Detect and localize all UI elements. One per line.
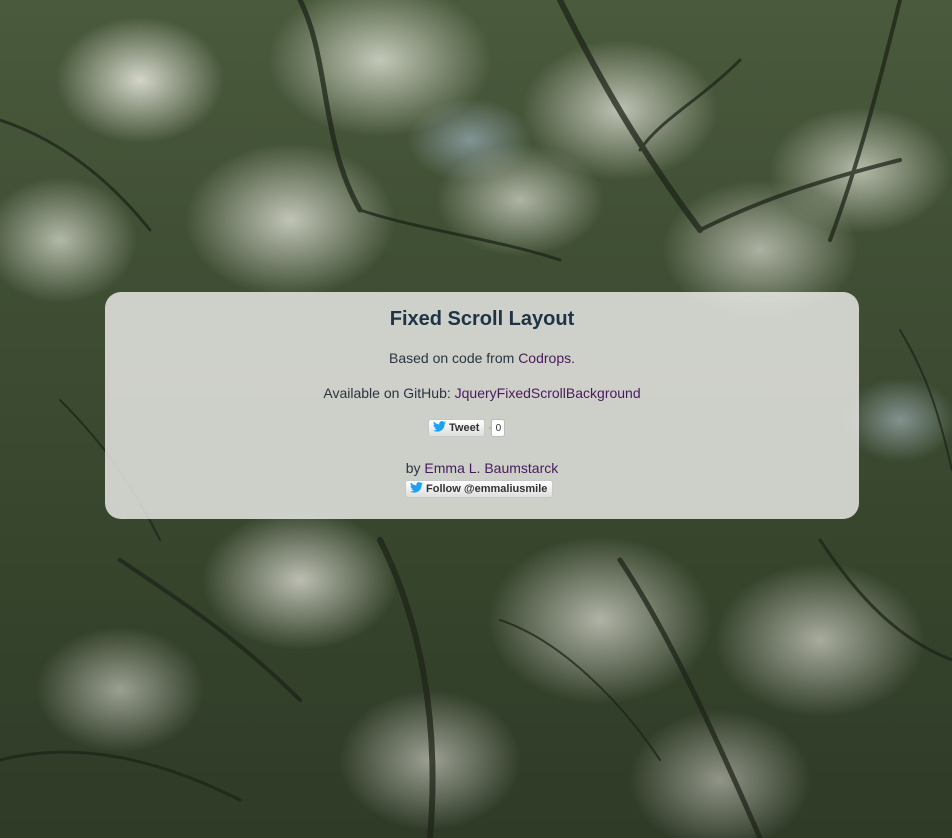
page-title: Fixed Scroll Layout [389, 308, 575, 330]
tweet-count[interactable]: 0 [488, 419, 506, 437]
codrops-prefix: Based on code from [389, 350, 519, 366]
intro-panel: Fixed Scroll Layout Based on code from C… [105, 292, 859, 519]
twitter-bird-icon [433, 421, 446, 435]
twitter-bird-icon [410, 482, 423, 496]
author-credit: by Emma L. Baumstarck [105, 460, 859, 476]
author-prefix: by [405, 460, 425, 476]
codrops-link[interactable]: Codrops [518, 350, 571, 366]
github-credit: Available on GitHub: JqueryFixedScrollBa… [105, 385, 859, 401]
tweet-label: Tweet [449, 422, 480, 434]
tweet-button[interactable]: Tweet [428, 419, 486, 437]
follow-button[interactable]: Follow @emmaliusmile [405, 480, 554, 498]
tweet-widget: Tweet 0 [428, 418, 506, 438]
author-link[interactable]: Emma L. Baumstarck [424, 460, 558, 476]
follow-widget: Follow @emmaliusmile [405, 480, 554, 498]
github-link[interactable]: JqueryFixedScrollBackground [455, 385, 641, 401]
follow-label: Follow @emmaliusmile [426, 483, 548, 495]
codrops-suffix: . [571, 350, 575, 366]
github-prefix: Available on GitHub: [323, 385, 455, 401]
codrops-credit: Based on code from Codrops. [105, 350, 859, 366]
